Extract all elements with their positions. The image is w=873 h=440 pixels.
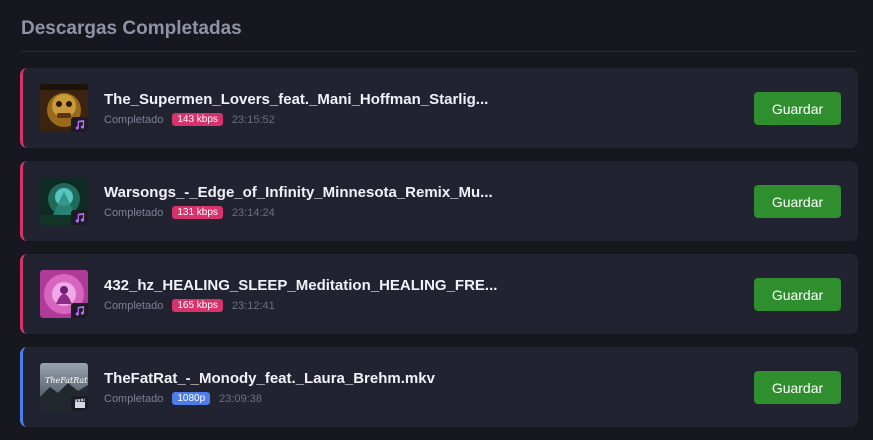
section-title: Descargas Completadas xyxy=(21,18,242,39)
status-text: Completado xyxy=(104,113,164,126)
timestamp: 23:12:41 xyxy=(231,299,275,312)
music-note-icon xyxy=(71,303,88,318)
music-note-icon xyxy=(71,117,88,132)
quality-badge: 143 kbps xyxy=(172,113,223,126)
status-text: Completado xyxy=(104,392,164,405)
thumbnail xyxy=(40,177,88,225)
status-text: Completado xyxy=(104,299,164,312)
thumbnail-text: TheFatRat xyxy=(45,376,88,385)
file-title: Warsongs_-_Edge_of_Infinity_Minnesota_Re… xyxy=(104,184,493,201)
save-button[interactable]: Guardar xyxy=(754,278,841,311)
download-item: Warsongs_-_Edge_of_Infinity_Minnesota_Re… xyxy=(20,161,858,241)
file-title: The_Supermen_Lovers_feat._Mani_Hoffman_S… xyxy=(104,91,489,108)
download-item: The_Supermen_Lovers_feat._Mani_Hoffman_S… xyxy=(20,68,858,148)
download-item: 432_hz_HEALING_SLEEP_Meditation_HEALING_… xyxy=(20,254,858,334)
thumbnail xyxy=(40,270,88,318)
save-button[interactable]: Guardar xyxy=(754,92,841,125)
timestamp: 23:15:52 xyxy=(231,113,275,126)
quality-badge: 1080p xyxy=(172,392,211,405)
clapperboard-icon xyxy=(71,396,88,411)
downloads-list: The_Supermen_Lovers_feat._Mani_Hoffman_S… xyxy=(20,68,858,440)
file-meta: Completado 131 kbps 23:14:24 xyxy=(104,206,275,219)
file-title: 432_hz_HEALING_SLEEP_Meditation_HEALING_… xyxy=(104,277,498,294)
status-text: Completado xyxy=(104,206,164,219)
file-meta: Completado 143 kbps 23:15:52 xyxy=(104,113,275,126)
quality-badge: 131 kbps xyxy=(172,206,223,219)
download-item: TheFatRat TheFatRat_-_Monody_feat._Laura… xyxy=(20,347,858,427)
timestamp: 23:14:24 xyxy=(231,206,275,219)
save-button[interactable]: Guardar xyxy=(754,185,841,218)
thumbnail: TheFatRat xyxy=(40,363,88,411)
file-title: TheFatRat_-_Monody_feat._Laura_Brehm.mkv xyxy=(104,370,435,387)
quality-badge: 165 kbps xyxy=(172,299,223,312)
file-meta: Completado 165 kbps 23:12:41 xyxy=(104,299,275,312)
timestamp: 23:09:38 xyxy=(219,392,262,405)
save-button[interactable]: Guardar xyxy=(754,371,841,404)
divider xyxy=(21,51,857,52)
completed-downloads-page: Descargas Completadas The_Supermen_Lover… xyxy=(0,0,873,436)
music-note-icon xyxy=(71,210,88,225)
file-meta: Completado 1080p 23:09:38 xyxy=(104,392,262,405)
thumbnail xyxy=(40,84,88,132)
